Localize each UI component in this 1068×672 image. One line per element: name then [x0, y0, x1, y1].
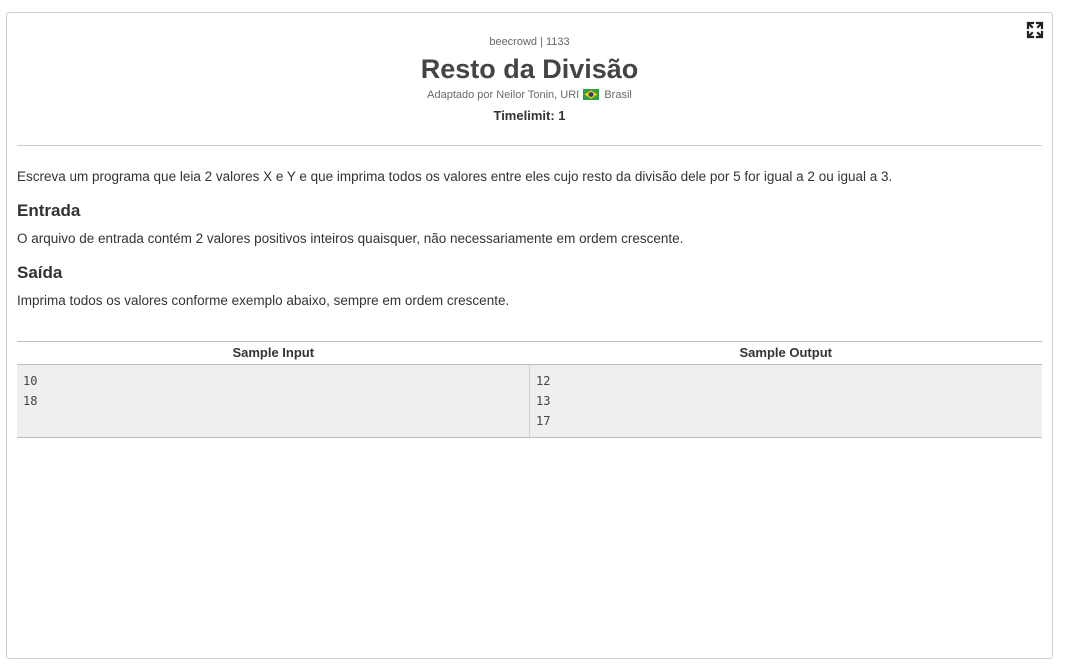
sample-output-cell[interactable]: 12 13 17: [529, 365, 1042, 437]
sample-output-line: 12: [536, 374, 551, 388]
sample-output-line: 13: [536, 394, 551, 408]
sample-output-header: Sample Output: [739, 345, 832, 360]
problem-title: Resto da Divisão: [420, 54, 639, 84]
brazil-flag-icon: [583, 89, 600, 104]
samples-body-row: 10 18 12 13 17: [17, 365, 1042, 437]
samples-table: Sample Input Sample Output 10 18 12 13 1…: [17, 341, 1042, 438]
problem-header: beecrowd | 1133 Resto da Divisão Adaptad…: [7, 35, 1052, 124]
country-name: Brasil: [604, 89, 632, 101]
problem-source: beecrowd | 1133: [489, 36, 570, 48]
sample-output-line: 17: [536, 414, 551, 428]
sample-input-header: Sample Input: [232, 345, 315, 360]
problem-author: Adaptado por Neilor Tonin, URI Brasil: [7, 88, 1052, 104]
sample-input-line: 18: [23, 394, 38, 408]
output-description: Imprima todos os valores conforme exempl…: [17, 293, 510, 308]
input-description: O arquivo de entrada contém 2 valores po…: [17, 231, 684, 246]
sample-input-cell[interactable]: 10 18: [17, 365, 529, 437]
problem-description: Escreva um programa que leia 2 valores X…: [17, 169, 893, 184]
output-heading: Saída: [17, 263, 63, 282]
sample-input-line: 10: [23, 374, 38, 388]
problem-content: Escreva um programa que leia 2 valores X…: [17, 167, 1042, 311]
problem-panel: beecrowd | 1133 Resto da Divisão Adaptad…: [6, 12, 1053, 659]
samples-header-row: Sample Input Sample Output: [17, 342, 1042, 365]
input-heading: Entrada: [17, 201, 81, 220]
timelimit: Timelimit: 1: [493, 108, 566, 123]
author-text: Adaptado por Neilor Tonin, URI: [427, 89, 580, 101]
header-divider: [17, 145, 1042, 146]
